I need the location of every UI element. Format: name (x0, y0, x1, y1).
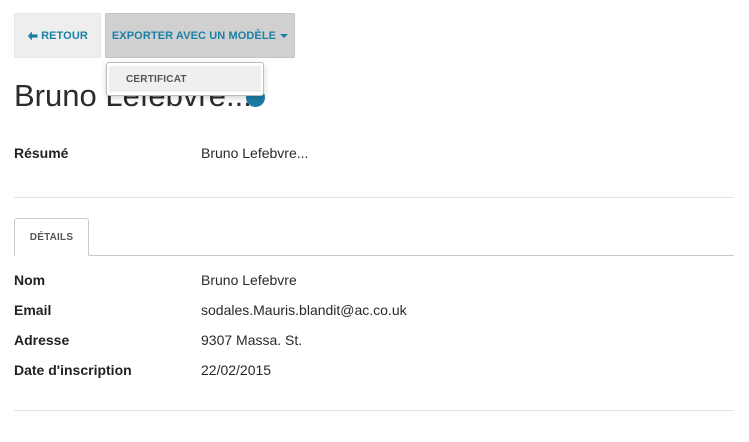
export-template-button-label: EXPORTER AVEC UN MODÈLE (111, 29, 277, 42)
export-template-button[interactable]: EXPORTER AVEC UN MODÈLE (105, 13, 295, 58)
caret-down-icon (280, 34, 289, 38)
field-value-nom: Bruno Lefebvre (201, 272, 297, 288)
field-value-email: sodales.Mauris.blandit@ac.co.uk (201, 302, 407, 318)
field-label-date-inscription: Date d'inscription (14, 362, 132, 378)
summary-value: Bruno Lefebvre... (201, 145, 309, 161)
field-value-adresse: 9307 Massa. St. (201, 332, 303, 348)
field-label-adresse: Adresse (14, 332, 70, 348)
menu-item-certificat[interactable]: CERTIFICAT (109, 66, 261, 92)
divider (14, 410, 734, 411)
back-button-label: RETOUR (41, 29, 88, 42)
summary-label: Résumé (14, 145, 69, 161)
field-value-date-inscription: 22/02/2015 (201, 362, 272, 378)
field-label-email: Email (14, 302, 52, 318)
tab-details[interactable]: DÉTAILS (14, 218, 89, 256)
tab-bar (14, 255, 734, 256)
export-template-menu: CERTIFICAT (106, 62, 264, 96)
back-button[interactable]: RETOUR (14, 13, 101, 58)
field-label-nom: Nom (14, 272, 46, 288)
arrow-left-icon (27, 31, 38, 40)
divider (14, 197, 734, 198)
